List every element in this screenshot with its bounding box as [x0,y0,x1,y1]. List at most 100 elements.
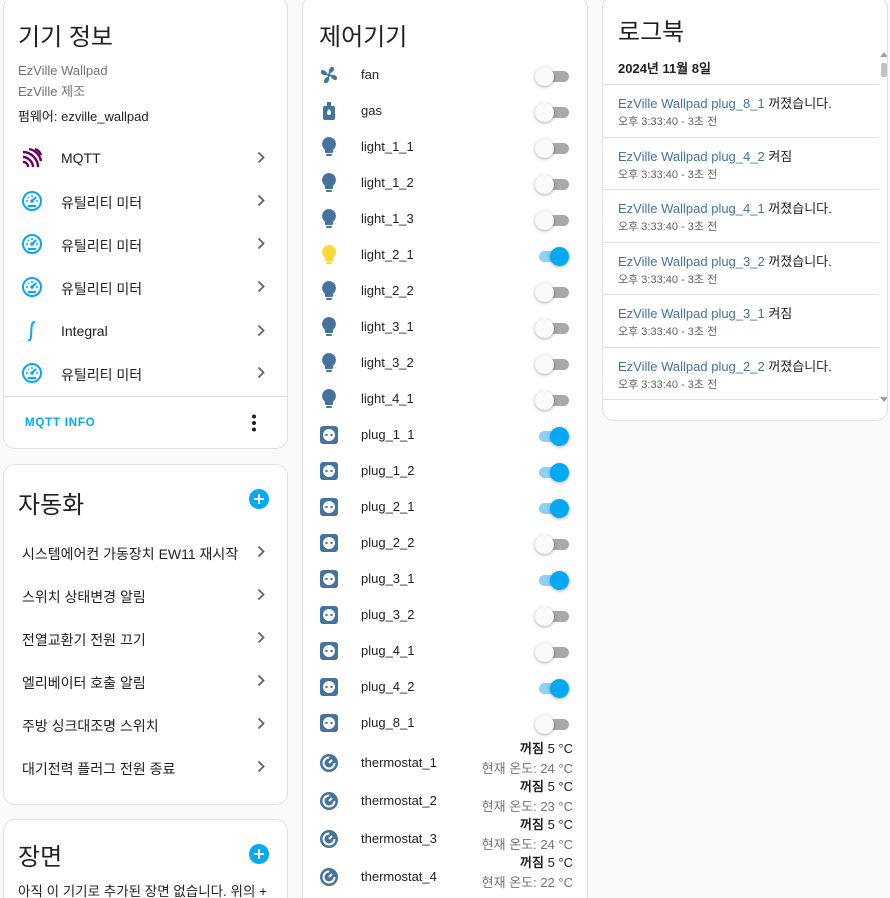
switch-label[interactable]: plug_1_1 [361,427,415,442]
switch-label[interactable]: light_3_1 [361,319,414,334]
integration-row-utility-meter-2[interactable]: 유틸리티 미터 [4,223,287,266]
switch-toggle[interactable] [535,66,571,86]
switch-row-plug_1_2[interactable]: plug_1_2 [303,453,587,489]
logbook-entity-link[interactable]: EzVille Wallpad plug_2_2 [618,359,765,374]
fan-icon[interactable] [317,63,341,87]
power-socket-icon[interactable] [317,603,341,627]
switch-toggle[interactable] [535,642,571,662]
switch-toggle[interactable] [535,390,571,410]
switch-row-plug_1_1[interactable]: plug_1_1 [303,417,587,453]
gas-valve-icon[interactable] [317,99,341,123]
switch-row-fan[interactable]: fan [303,57,587,93]
mqtt-info-button[interactable]: MQTT INFO [25,417,95,429]
lightbulb-icon[interactable] [317,387,341,411]
thermostat-icon[interactable] [317,865,341,889]
lightbulb-icon[interactable] [317,315,341,339]
switch-toggle[interactable] [535,462,571,482]
switch-label[interactable]: light_4_1 [361,391,414,406]
switch-row-light_3_2[interactable]: light_3_2 [303,345,587,381]
integration-row-mqtt[interactable]: MQTT [4,137,287,180]
switch-label[interactable]: plug_4_2 [361,679,415,694]
automation-item[interactable]: 대기전력 플러그 전원 종료 [4,746,287,789]
switch-row-gas[interactable]: gas [303,93,587,129]
scroll-up-arrow-icon[interactable] [880,52,887,57]
switch-row-light_4_1[interactable]: light_4_1 [303,381,587,417]
switch-row-light_2_1[interactable]: light_2_1 [303,237,587,273]
switch-label[interactable]: light_1_3 [361,211,414,226]
power-socket-icon[interactable] [317,531,341,555]
switch-row-plug_8_1[interactable]: plug_8_1 [303,705,587,741]
more-vert-icon[interactable] [247,413,261,433]
switch-row-light_3_1[interactable]: light_3_1 [303,309,587,345]
switch-toggle[interactable] [535,570,571,590]
power-socket-icon[interactable] [317,459,341,483]
switch-row-light_1_2[interactable]: light_1_2 [303,165,587,201]
thermostat-label[interactable]: thermostat_1 [361,755,437,770]
switch-row-plug_2_1[interactable]: plug_2_1 [303,489,587,525]
thermostat-icon[interactable] [317,789,341,813]
logbook-entity-link[interactable]: EzVille Wallpad plug_4_1 [618,201,765,216]
power-socket-icon[interactable] [317,495,341,519]
switch-toggle[interactable] [535,318,571,338]
lightbulb-icon[interactable] [317,135,341,159]
switch-row-plug_4_2[interactable]: plug_4_2 [303,669,587,705]
thermostat-label[interactable]: thermostat_4 [361,869,437,884]
thermostat-label[interactable]: thermostat_2 [361,793,437,808]
switch-toggle[interactable] [535,174,571,194]
lightbulb-icon[interactable] [317,171,341,195]
switch-row-plug_3_1[interactable]: plug_3_1 [303,561,587,597]
switch-row-plug_3_2[interactable]: plug_3_2 [303,597,587,633]
switch-toggle[interactable] [535,534,571,554]
lightbulb-icon[interactable] [317,351,341,375]
switch-label[interactable]: plug_2_2 [361,535,415,550]
switch-toggle[interactable] [535,246,571,266]
switch-toggle[interactable] [535,138,571,158]
switch-row-light_1_1[interactable]: light_1_1 [303,129,587,165]
scrollbar-thumb[interactable] [881,63,887,77]
logbook-entity-link[interactable]: EzVille Wallpad plug_4_2 [618,149,765,164]
switch-label[interactable]: plug_3_2 [361,607,415,622]
switch-label[interactable]: light_3_2 [361,355,414,370]
logbook-entity-link[interactable]: EzVille Wallpad plug_3_2 [618,254,765,269]
switch-label[interactable]: gas [361,103,382,118]
switch-label[interactable]: plug_8_1 [361,715,415,730]
lightbulb-icon[interactable] [317,279,341,303]
add-automation-button[interactable] [249,489,269,509]
logbook-entity-link[interactable]: EzVille Wallpad plug_8_1 [618,96,765,111]
lightbulb-icon[interactable] [317,207,341,231]
switch-toggle[interactable] [535,426,571,446]
switch-label[interactable]: light_2_2 [361,283,414,298]
power-socket-icon[interactable] [317,675,341,699]
switch-label[interactable]: light_2_1 [361,247,414,262]
switch-toggle[interactable] [535,498,571,518]
automation-item[interactable]: 스위치 상태변경 알림 [4,574,287,617]
automation-item[interactable]: 시스템에어컨 가동장치 EW11 재시작 [4,531,287,574]
automation-item[interactable]: 엘리베이터 호출 알림 [4,660,287,703]
switch-toggle[interactable] [535,714,571,734]
switch-row-plug_2_2[interactable]: plug_2_2 [303,525,587,561]
switch-toggle[interactable] [535,678,571,698]
logbook-entity-link[interactable]: EzVille Wallpad plug_3_1 [618,306,765,321]
switch-toggle[interactable] [535,606,571,626]
switch-row-light_1_3[interactable]: light_1_3 [303,201,587,237]
scroll-down-arrow-icon[interactable] [880,397,887,402]
switch-label[interactable]: fan [361,67,379,82]
switch-label[interactable]: plug_1_2 [361,463,415,478]
add-scene-button[interactable] [249,844,269,864]
switch-toggle[interactable] [535,210,571,230]
power-socket-icon[interactable] [317,423,341,447]
logbook-scrollbar[interactable] [879,49,887,404]
switch-label[interactable]: plug_4_1 [361,643,415,658]
switch-label[interactable]: plug_3_1 [361,571,415,586]
automation-item[interactable]: 주방 싱크대조명 스위치 [4,703,287,746]
thermostat-icon[interactable] [317,751,341,775]
integration-row-integral[interactable]: Integral [4,310,287,353]
switch-label[interactable]: light_1_1 [361,139,414,154]
lightbulb-icon[interactable] [317,243,341,267]
switch-row-plug_4_1[interactable]: plug_4_1 [303,633,587,669]
power-socket-icon[interactable] [317,567,341,591]
power-socket-icon[interactable] [317,711,341,735]
switch-toggle[interactable] [535,282,571,302]
switch-row-light_2_2[interactable]: light_2_2 [303,273,587,309]
switch-label[interactable]: plug_2_1 [361,499,415,514]
